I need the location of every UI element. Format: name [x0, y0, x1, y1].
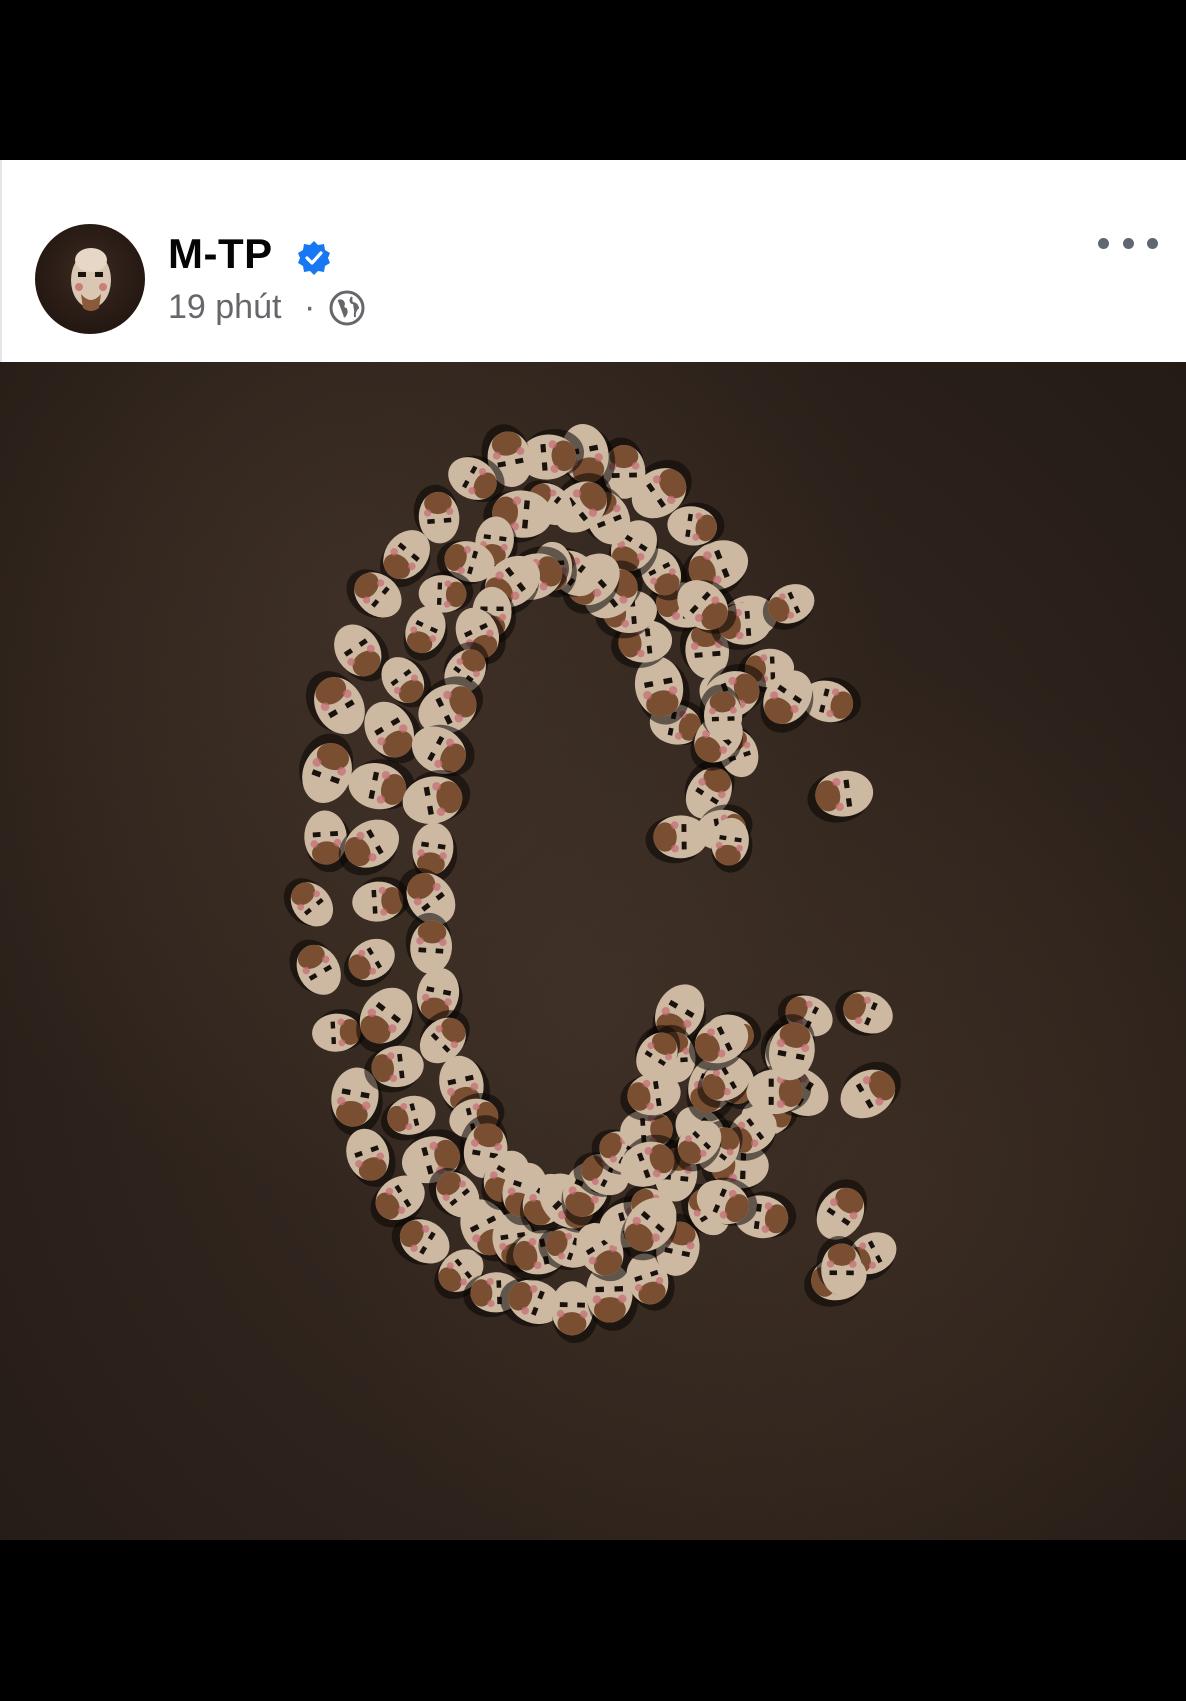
- verified-badge-icon: [298, 241, 330, 275]
- post-image[interactable]: [0, 362, 1186, 1540]
- separator-dot: ·: [304, 288, 316, 326]
- more-options-icon: [1098, 237, 1109, 249]
- mask-letter-artwork: [283, 424, 901, 1344]
- globe-icon[interactable]: [328, 289, 366, 327]
- post-header: M-TP 19 phút ·: [0, 160, 1186, 362]
- author-name[interactable]: M-TP: [168, 230, 273, 278]
- post-timestamp[interactable]: 19 phút: [168, 288, 281, 327]
- more-options-button[interactable]: [1098, 228, 1158, 258]
- top-black-bar: [0, 0, 1186, 160]
- bottom-black-bar: [0, 1540, 1186, 1701]
- mask-avatar-icon: [71, 248, 111, 311]
- author-avatar[interactable]: [35, 224, 145, 334]
